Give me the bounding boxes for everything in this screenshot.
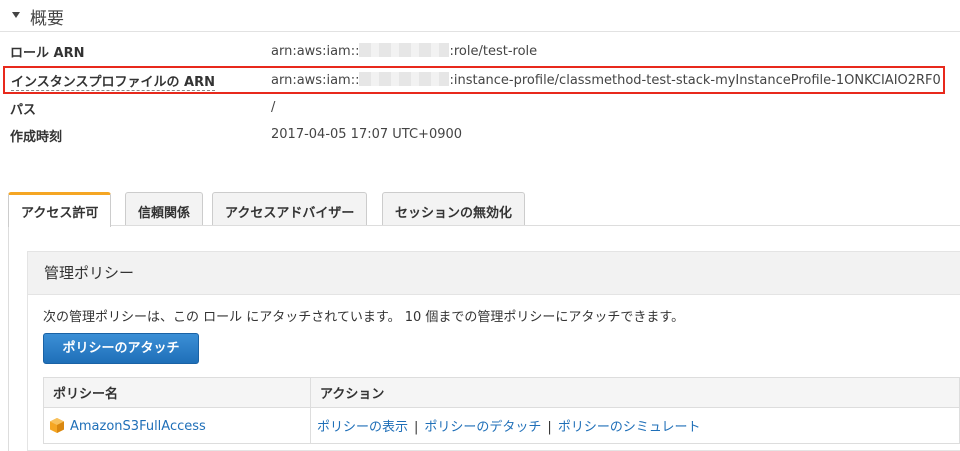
instance-profile-arn-row: インスタンスプロファイルの ARN arn:aws:iam:::instance… <box>3 66 945 94</box>
separator: | <box>547 420 552 435</box>
tab-permissions[interactable]: アクセス許可 <box>8 192 112 227</box>
instance-profile-arn-value: arn:aws:iam:::instance-profile/classmeth… <box>271 72 941 88</box>
simulate-policy-link[interactable]: ポリシーのシミュレート <box>558 420 701 435</box>
tab-trust-relationships[interactable]: 信頼関係 <box>125 192 204 226</box>
attach-policy-button[interactable]: ポリシーのアタッチ <box>43 333 199 364</box>
show-policy-link[interactable]: ポリシーの表示 <box>317 420 408 435</box>
role-arn-prefix: arn:aws:iam:: <box>271 44 360 59</box>
path-value: / <box>271 100 276 115</box>
tab-revoke-sessions[interactable]: セッションの無効化 <box>382 192 526 226</box>
policy-actions-cell: ポリシーの表示 | ポリシーのデタッチ | ポリシーのシミュレート <box>310 407 960 444</box>
tab-access-advisor[interactable]: アクセスアドバイザー <box>212 192 368 226</box>
instance-profile-arn-label: インスタンスプロファイルの ARN <box>11 71 215 91</box>
managed-policies-header: 管理ポリシー <box>28 252 960 295</box>
created-label: 作成時刻 <box>10 130 63 145</box>
policies-table: ポリシー名 アクション AmazonS3FullAccess ポリシーの表示 | ポ… <box>43 377 960 444</box>
table-header-row: ポリシー名 アクション <box>43 377 960 408</box>
managed-policies-title: 管理ポリシー <box>44 264 135 282</box>
detach-policy-link[interactable]: ポリシーのデタッチ <box>424 420 541 435</box>
policy-box-icon <box>50 417 64 433</box>
policy-name-link[interactable]: AmazonS3FullAccess <box>70 419 206 434</box>
created-value: 2017-04-05 17:07 UTC+0900 <box>271 127 463 142</box>
role-arn-suffix: :role/test-role <box>449 44 538 59</box>
role-arn-label: ロール ARN <box>10 46 85 61</box>
separator: | <box>414 420 419 435</box>
created-row: 作成時刻 2017-04-05 17:07 UTC+0900 <box>0 122 960 148</box>
managed-policies-description: 次の管理ポリシーは、この ロール にアタッチされています。 10 個までの管理ポ… <box>43 310 685 325</box>
policy-name-cell: AmazonS3FullAccess <box>43 407 311 444</box>
role-arn-row: ロール ARN arn:aws:iam:::role/test-role <box>0 38 960 64</box>
role-arn-value: arn:aws:iam:::role/test-role <box>271 43 537 59</box>
table-row: AmazonS3FullAccess ポリシーの表示 | ポリシーのデタッチ | ポリシ… <box>43 407 960 444</box>
tab-bar: アクセス許可 信頼関係 アクセスアドバイザー セッションの無効化 <box>0 192 960 227</box>
path-label: パス <box>10 103 37 118</box>
instance-profile-arn-suffix: :instance-profile/classmethod-test-stack… <box>449 73 941 88</box>
summary-section-header[interactable]: 概要 <box>0 0 960 32</box>
section-title: 概要 <box>30 9 64 29</box>
instance-profile-arn-prefix: arn:aws:iam:: <box>271 73 360 88</box>
masked-account-id <box>359 43 450 57</box>
column-policy-name: ポリシー名 <box>43 377 311 408</box>
collapse-caret-icon[interactable] <box>12 12 20 18</box>
masked-account-id <box>359 72 450 86</box>
column-actions: アクション <box>310 377 960 408</box>
path-row: パス / <box>0 95 960 121</box>
